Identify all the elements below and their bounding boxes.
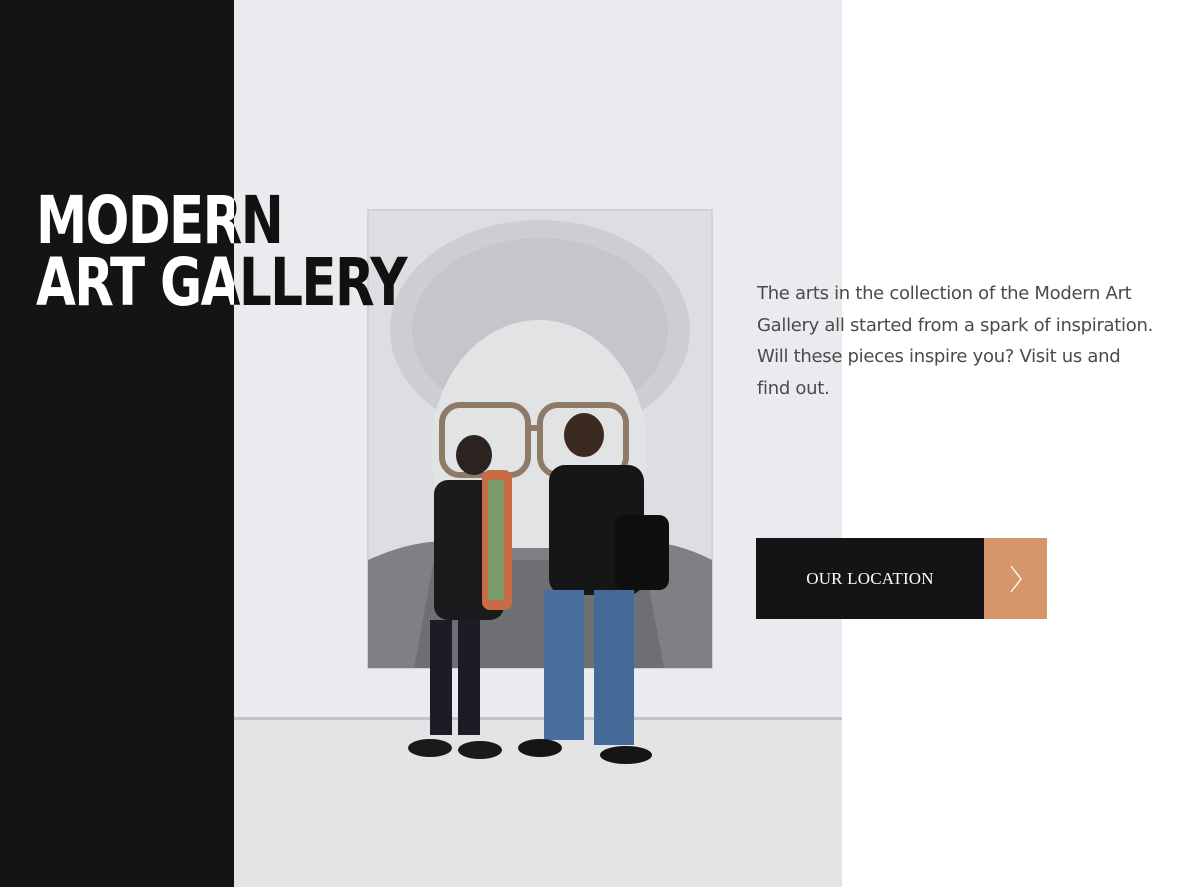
our-location-button[interactable]: OUR LOCATION bbox=[756, 538, 1047, 619]
our-location-label: OUR LOCATION bbox=[756, 538, 984, 619]
page: MODERN ART GALLERY MODERN ART GALLERY Th… bbox=[0, 0, 1195, 887]
hero-image bbox=[234, 0, 842, 887]
intro-description: The arts in the collection of the Modern… bbox=[757, 283, 1153, 399]
dark-side-panel bbox=[0, 0, 234, 887]
title-line-2: ART GALLERY bbox=[36, 244, 408, 321]
title-line-1: MODERN bbox=[36, 182, 284, 259]
chevron-right-icon[interactable] bbox=[984, 538, 1047, 619]
